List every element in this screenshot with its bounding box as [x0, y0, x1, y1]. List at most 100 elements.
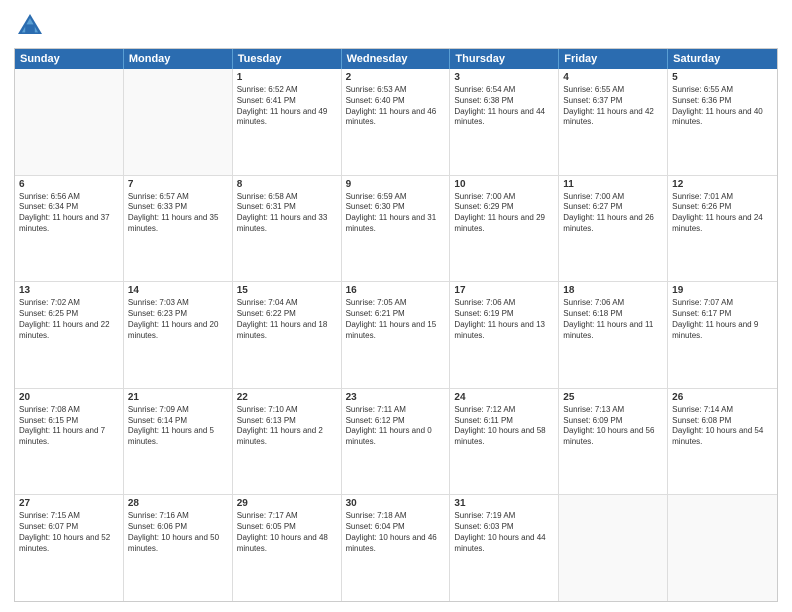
day-number: 3 — [454, 72, 554, 83]
cal-cell: 31 Sunrise: 7:19 AM Sunset: 6:03 PM Dayli… — [450, 495, 559, 601]
day-number: 5 — [672, 72, 773, 83]
cal-cell: 25 Sunrise: 7:13 AM Sunset: 6:09 PM Dayli… — [559, 389, 668, 495]
cal-cell — [668, 495, 777, 601]
day-info: Sunrise: 7:04 AM Sunset: 6:22 PM Dayligh… — [237, 298, 337, 341]
day-number: 24 — [454, 392, 554, 403]
day-number: 17 — [454, 285, 554, 296]
cal-cell: 1Sunrise: 6:52 AM Sunset: 6:41 PM Daylig… — [233, 69, 342, 175]
col-header-sunday: Sunday — [15, 49, 124, 69]
day-number: 22 — [237, 392, 337, 403]
week-row-2: 6 Sunrise: 6:56 AM Sunset: 6:34 PM Daylig… — [15, 176, 777, 283]
day-number: 23 — [346, 392, 446, 403]
week-row-4: 20 Sunrise: 7:08 AM Sunset: 6:15 PM Dayli… — [15, 389, 777, 496]
day-info: Sunrise: 6:57 AM Sunset: 6:33 PM Dayligh… — [128, 192, 228, 235]
day-number: 15 — [237, 285, 337, 296]
cal-cell: 27 Sunrise: 7:15 AM Sunset: 6:07 PM Dayli… — [15, 495, 124, 601]
day-info: Sunrise: 7:19 AM Sunset: 6:03 PM Dayligh… — [454, 511, 554, 554]
day-number: 25 — [563, 392, 663, 403]
day-number: 13 — [19, 285, 119, 296]
day-info: Sunrise: 7:07 AM Sunset: 6:17 PM Dayligh… — [672, 298, 773, 341]
cal-cell: 18 Sunrise: 7:06 AM Sunset: 6:18 PM Dayli… — [559, 282, 668, 388]
day-number: 16 — [346, 285, 446, 296]
day-number: 14 — [128, 285, 228, 296]
cal-cell: 14 Sunrise: 7:03 AM Sunset: 6:23 PM Dayli… — [124, 282, 233, 388]
col-header-wednesday: Wednesday — [342, 49, 451, 69]
header — [14, 10, 778, 42]
day-number: 8 — [237, 179, 337, 190]
day-number: 18 — [563, 285, 663, 296]
day-info: Sunrise: 7:17 AM Sunset: 6:05 PM Dayligh… — [237, 511, 337, 554]
day-info: Sunrise: 7:01 AM Sunset: 6:26 PM Dayligh… — [672, 192, 773, 235]
cal-cell: 29 Sunrise: 7:17 AM Sunset: 6:05 PM Dayli… — [233, 495, 342, 601]
cal-cell: 26 Sunrise: 7:14 AM Sunset: 6:08 PM Dayli… — [668, 389, 777, 495]
day-number: 11 — [563, 179, 663, 190]
cal-cell — [15, 69, 124, 175]
cal-cell: 3Sunrise: 6:54 AM Sunset: 6:38 PM Daylig… — [450, 69, 559, 175]
cal-cell: 9Sunrise: 6:59 AM Sunset: 6:30 PM Daylig… — [342, 176, 451, 282]
day-info: Sunrise: 7:13 AM Sunset: 6:09 PM Dayligh… — [563, 405, 663, 448]
day-info: Sunrise: 7:06 AM Sunset: 6:19 PM Dayligh… — [454, 298, 554, 341]
day-info: Sunrise: 6:56 AM Sunset: 6:34 PM Dayligh… — [19, 192, 119, 235]
day-info: Sunrise: 7:08 AM Sunset: 6:15 PM Dayligh… — [19, 405, 119, 448]
day-info: Sunrise: 7:02 AM Sunset: 6:25 PM Dayligh… — [19, 298, 119, 341]
cal-cell: 20 Sunrise: 7:08 AM Sunset: 6:15 PM Dayli… — [15, 389, 124, 495]
day-info: Sunrise: 7:18 AM Sunset: 6:04 PM Dayligh… — [346, 511, 446, 554]
day-number: 2 — [346, 72, 446, 83]
day-info: Sunrise: 6:55 AM Sunset: 6:37 PM Dayligh… — [563, 85, 663, 128]
cal-cell: 5 Sunrise: 6:55 AM Sunset: 6:36 PM Daylig… — [668, 69, 777, 175]
cal-cell: 23 Sunrise: 7:11 AM Sunset: 6:12 PM Dayli… — [342, 389, 451, 495]
cal-cell: 8Sunrise: 6:58 AM Sunset: 6:31 PM Daylig… — [233, 176, 342, 282]
day-number: 28 — [128, 498, 228, 509]
day-info: Sunrise: 7:00 AM Sunset: 6:27 PM Dayligh… — [563, 192, 663, 235]
day-info: Sunrise: 7:00 AM Sunset: 6:29 PM Dayligh… — [454, 192, 554, 235]
day-number: 10 — [454, 179, 554, 190]
cal-cell: 21Sunrise: 7:09 AM Sunset: 6:14 PM Dayli… — [124, 389, 233, 495]
cal-cell: 11 Sunrise: 7:00 AM Sunset: 6:27 PM Dayli… — [559, 176, 668, 282]
calendar: SundayMondayTuesdayWednesdayThursdayFrid… — [14, 48, 778, 602]
col-header-tuesday: Tuesday — [233, 49, 342, 69]
cal-cell: 12 Sunrise: 7:01 AM Sunset: 6:26 PM Dayli… — [668, 176, 777, 282]
day-number: 27 — [19, 498, 119, 509]
cal-cell: 4Sunrise: 6:55 AM Sunset: 6:37 PM Daylig… — [559, 69, 668, 175]
day-info: Sunrise: 7:06 AM Sunset: 6:18 PM Dayligh… — [563, 298, 663, 341]
col-header-friday: Friday — [559, 49, 668, 69]
day-number: 20 — [19, 392, 119, 403]
day-number: 31 — [454, 498, 554, 509]
day-number: 7 — [128, 179, 228, 190]
cal-cell — [559, 495, 668, 601]
cal-cell: 15 Sunrise: 7:04 AM Sunset: 6:22 PM Dayli… — [233, 282, 342, 388]
day-info: Sunrise: 6:59 AM Sunset: 6:30 PM Dayligh… — [346, 192, 446, 235]
cal-cell: 24 Sunrise: 7:12 AM Sunset: 6:11 PM Dayli… — [450, 389, 559, 495]
cal-cell: 13 Sunrise: 7:02 AM Sunset: 6:25 PM Dayli… — [15, 282, 124, 388]
logo-icon — [14, 10, 46, 42]
day-number: 26 — [672, 392, 773, 403]
cal-cell: 2Sunrise: 6:53 AM Sunset: 6:40 PM Daylig… — [342, 69, 451, 175]
cal-cell: 28 Sunrise: 7:16 AM Sunset: 6:06 PM Dayli… — [124, 495, 233, 601]
day-info: Sunrise: 7:12 AM Sunset: 6:11 PM Dayligh… — [454, 405, 554, 448]
page: SundayMondayTuesdayWednesdayThursdayFrid… — [0, 0, 792, 612]
cal-cell: 6 Sunrise: 6:56 AM Sunset: 6:34 PM Daylig… — [15, 176, 124, 282]
day-info: Sunrise: 7:11 AM Sunset: 6:12 PM Dayligh… — [346, 405, 446, 448]
day-number: 30 — [346, 498, 446, 509]
col-header-thursday: Thursday — [450, 49, 559, 69]
cal-cell: 22Sunrise: 7:10 AM Sunset: 6:13 PM Dayli… — [233, 389, 342, 495]
calendar-body: 1Sunrise: 6:52 AM Sunset: 6:41 PM Daylig… — [15, 69, 777, 601]
day-number: 6 — [19, 179, 119, 190]
cal-cell: 16 Sunrise: 7:05 AM Sunset: 6:21 PM Dayli… — [342, 282, 451, 388]
day-info: Sunrise: 7:15 AM Sunset: 6:07 PM Dayligh… — [19, 511, 119, 554]
day-info: Sunrise: 6:55 AM Sunset: 6:36 PM Dayligh… — [672, 85, 773, 128]
week-row-3: 13 Sunrise: 7:02 AM Sunset: 6:25 PM Dayli… — [15, 282, 777, 389]
day-info: Sunrise: 7:16 AM Sunset: 6:06 PM Dayligh… — [128, 511, 228, 554]
col-header-monday: Monday — [124, 49, 233, 69]
day-number: 12 — [672, 179, 773, 190]
day-number: 29 — [237, 498, 337, 509]
day-info: Sunrise: 7:03 AM Sunset: 6:23 PM Dayligh… — [128, 298, 228, 341]
cal-cell: 19 Sunrise: 7:07 AM Sunset: 6:17 PM Dayli… — [668, 282, 777, 388]
day-number: 19 — [672, 285, 773, 296]
day-info: Sunrise: 7:14 AM Sunset: 6:08 PM Dayligh… — [672, 405, 773, 448]
col-header-saturday: Saturday — [668, 49, 777, 69]
cal-cell: 7 Sunrise: 6:57 AM Sunset: 6:33 PM Daylig… — [124, 176, 233, 282]
day-info: Sunrise: 7:05 AM Sunset: 6:21 PM Dayligh… — [346, 298, 446, 341]
cal-cell: 10 Sunrise: 7:00 AM Sunset: 6:29 PM Dayli… — [450, 176, 559, 282]
cal-cell — [124, 69, 233, 175]
